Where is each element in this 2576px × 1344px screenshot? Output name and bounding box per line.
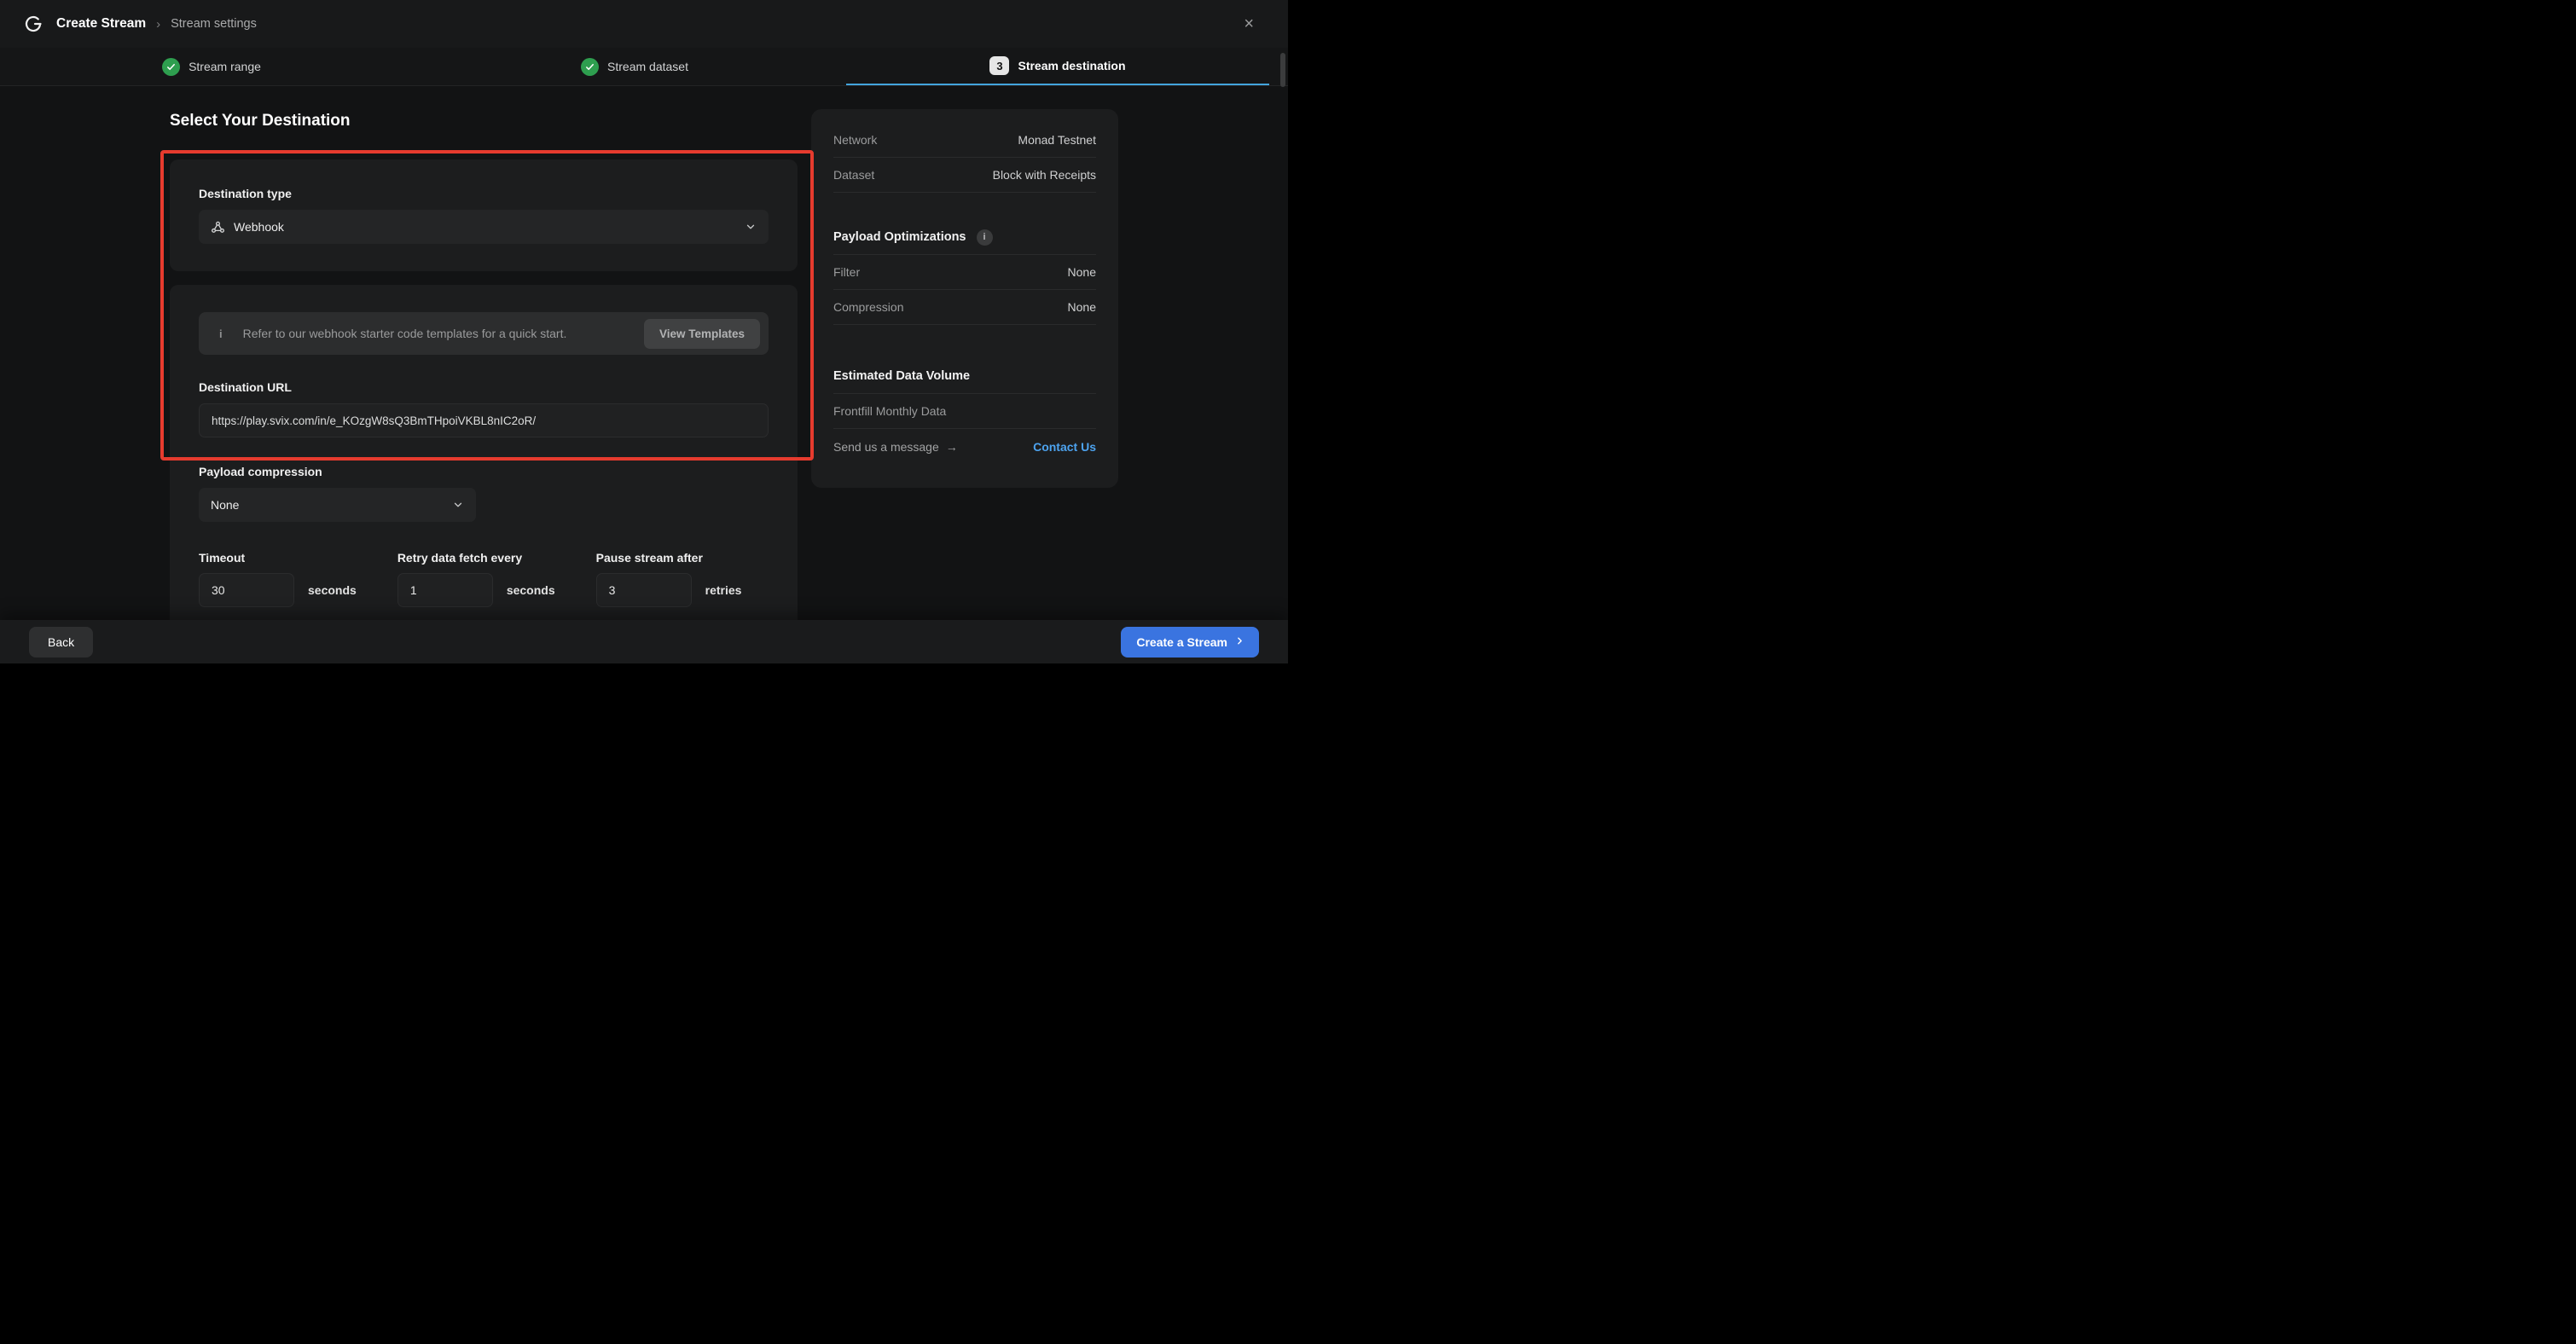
templates-info-banner: i Refer to our webhook starter code temp… [199,312,769,355]
footer-bar: Back Create a Stream [0,620,1288,663]
step-bar: Stream range Stream dataset 3 Stream des… [0,48,1288,86]
payload-compression-field: Payload compression None [199,465,769,522]
banner-text: Refer to our webhook starter code templa… [243,327,567,340]
step-label: Stream destination [1018,59,1125,72]
main-column: Select Your Destination Destination type… [170,86,798,620]
payload-optimizations-title: Payload Optimizations i [833,229,993,246]
filter-value: None [1068,265,1096,279]
timeout-label: Timeout [199,551,357,565]
payload-compression-select[interactable]: None [199,488,476,522]
contact-message: Send us a message → [833,440,958,454]
payload-optimizations-row: Payload Optimizations i [833,220,1096,255]
contact-row: Send us a message → Contact Us [833,429,1096,464]
close-icon[interactable]: × [1239,12,1259,36]
chevron-down-icon [745,221,757,233]
step-stream-range[interactable]: Stream range [0,48,423,85]
dataset-row: Dataset Block with Receipts [833,158,1096,193]
compression-row: Compression None [833,290,1096,325]
retry-label: Retry data fetch every [397,551,555,565]
pause-input[interactable] [596,573,692,607]
step-number-badge: 3 [989,56,1009,75]
estimated-volume-row: Estimated Data Volume [833,359,1096,394]
destination-type-value: Webhook [234,220,284,234]
network-row: Network Monad Testnet [833,123,1096,158]
contact-us-link[interactable]: Contact Us [1033,440,1096,454]
retry-input[interactable] [397,573,493,607]
timeout-field: Timeout seconds [199,551,357,607]
view-templates-button[interactable]: View Templates [644,319,760,349]
info-icon[interactable]: i [977,229,993,246]
chevron-down-icon [452,499,464,511]
pause-field: Pause stream after retries [596,551,742,607]
content-area: Select Your Destination Destination type… [0,86,1288,620]
create-stream-page: Create Stream › Stream settings × Stream… [0,0,1288,672]
dataset-value: Block with Receipts [993,168,1096,182]
pause-unit: retries [705,583,742,597]
header: Create Stream › Stream settings × [0,0,1288,48]
arrow-right-icon: → [946,440,958,454]
destination-type-label: Destination type [199,187,769,200]
check-icon [581,58,599,76]
destination-url-input[interactable] [199,403,769,437]
bottom-strip [0,663,1288,672]
frontfill-row: Frontfill Monthly Data [833,394,1096,429]
create-stream-label: Create a Stream [1136,635,1227,649]
step-label: Stream range [189,60,261,73]
step-stream-destination[interactable]: 3 Stream destination [846,48,1269,85]
compression-value: None [1068,300,1096,314]
create-stream-button[interactable]: Create a Stream [1121,627,1259,658]
app-logo-icon [22,13,44,35]
payload-compression-value: None [211,498,239,512]
retry-field: Retry data fetch every seconds [397,551,555,607]
chevron-right-icon [1234,635,1245,649]
breadcrumb-separator: › [156,17,160,32]
pause-label: Pause stream after [596,551,742,565]
destination-url-label: Destination URL [199,380,769,394]
payload-compression-label: Payload compression [199,465,769,478]
retry-settings-row: Timeout seconds Retry data fetch every s… [199,551,769,607]
scrollbar-thumb[interactable] [1280,53,1285,87]
breadcrumb: Stream settings [171,17,257,31]
frontfill-label: Frontfill Monthly Data [833,404,946,418]
stream-summary-panel: Network Monad Testnet Dataset Block with… [811,109,1118,488]
webhook-icon [211,220,225,235]
step-label: Stream dataset [607,60,688,73]
retry-unit: seconds [507,583,555,597]
section-title: Select Your Destination [170,112,798,130]
estimated-volume-title: Estimated Data Volume [833,369,970,383]
network-value: Monad Testnet [1018,133,1096,147]
payload-optimizations-text: Payload Optimizations [833,230,966,244]
destination-type-select[interactable]: Webhook [199,210,769,244]
timeout-unit: seconds [308,583,357,597]
compression-label: Compression [833,300,903,314]
timeout-input[interactable] [199,573,294,607]
page-title: Create Stream [56,16,146,32]
info-icon: i [219,327,223,340]
dataset-label: Dataset [833,168,874,182]
destination-type-card: Destination type Webhook [170,159,798,271]
back-button[interactable]: Back [29,627,93,658]
contact-message-text: Send us a message [833,440,939,454]
filter-row: Filter None [833,255,1096,290]
check-icon [162,58,180,76]
network-label: Network [833,133,877,147]
step-stream-dataset[interactable]: Stream dataset [423,48,846,85]
filter-label: Filter [833,265,860,279]
destination-settings-card: i Refer to our webhook starter code temp… [170,285,798,620]
